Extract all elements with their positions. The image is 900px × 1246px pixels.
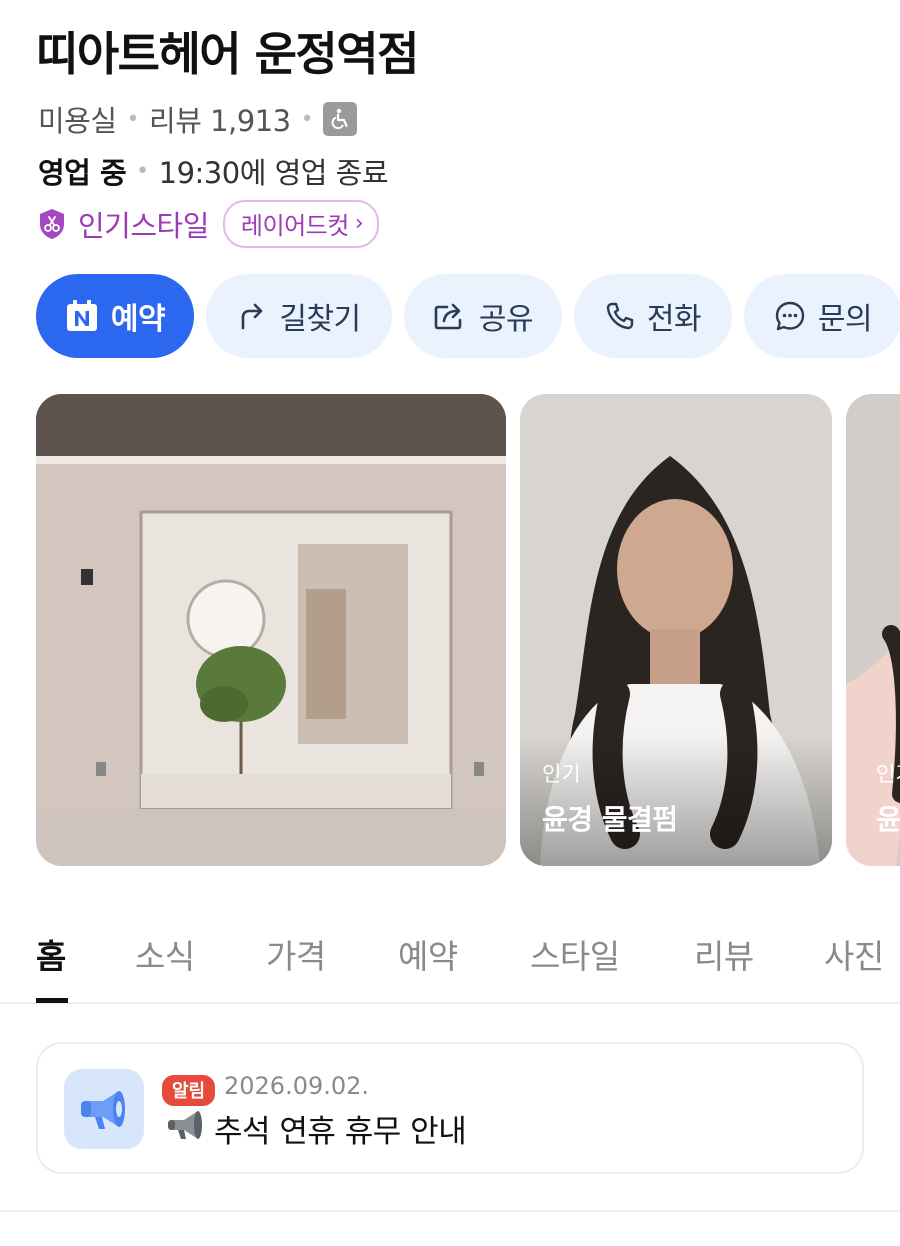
- style-photo-wave-perm[interactable]: 인기 윤경 물결펌: [520, 394, 832, 866]
- section-divider: [0, 1210, 900, 1212]
- tab-price[interactable]: 가격: [266, 930, 326, 978]
- scissors-badge-icon: [38, 208, 66, 240]
- style-photo-next[interactable]: 인기 윤: [846, 394, 900, 866]
- tab-photo[interactable]: 사진: [824, 930, 884, 978]
- tab-review[interactable]: 리뷰: [694, 930, 754, 978]
- tab-news[interactable]: 소식: [135, 930, 195, 978]
- tab-reservation[interactable]: 예약: [398, 930, 458, 978]
- active-tab-indicator: [36, 998, 68, 1003]
- place-meta: 미용실 • 리뷰 1,913 •: [38, 98, 358, 140]
- photo-caption: 윤경 물결펌: [542, 803, 678, 836]
- tab-style[interactable]: 스타일: [530, 930, 620, 978]
- store-entrance-photo[interactable]: [36, 394, 506, 866]
- directions-button-label: 길찾기: [279, 302, 361, 337]
- call-button[interactable]: 전화: [574, 274, 732, 358]
- directions-button[interactable]: 길찾기: [206, 274, 392, 358]
- separator-dot: •: [136, 158, 149, 184]
- share-button[interactable]: 공유: [404, 274, 562, 358]
- review-count-link[interactable]: 리뷰 1,913: [149, 98, 291, 140]
- popular-style-row: 인기스타일 레이어드컷 ›: [38, 200, 380, 248]
- notice-title-row: 추석 연휴 휴무 안내: [166, 1106, 467, 1151]
- category-label: 미용실: [38, 104, 117, 138]
- closing-time: 19:30에 영업 종료: [158, 156, 389, 190]
- open-status: 영업 중: [38, 156, 127, 190]
- directions-arrow-icon: [242, 303, 263, 330]
- action-buttons: 예약 길찾기 공유 전화 문의: [36, 274, 900, 358]
- photo-tag: 인기: [876, 762, 900, 786]
- phone-icon: [606, 302, 634, 330]
- popular-style-chip-label: 레이어드컷: [240, 212, 349, 240]
- notice-card[interactable]: 알림 2026.09.02. 추석 연휴 휴무 안내: [36, 1042, 864, 1174]
- inquiry-button[interactable]: 문의: [744, 274, 900, 358]
- share-icon: [434, 303, 462, 330]
- notice-badge: 알림: [162, 1075, 216, 1106]
- popular-style-chip[interactable]: 레이어드컷 ›: [222, 200, 380, 248]
- megaphone-emoji-icon: [166, 1108, 206, 1150]
- reserve-button[interactable]: 예약: [36, 274, 194, 358]
- megaphone-icon: [64, 1069, 144, 1149]
- separator-dot: •: [126, 106, 140, 132]
- separator-dot: •: [300, 106, 314, 132]
- notice-date: 2026.09.02.: [224, 1072, 370, 1100]
- call-button-label: 전화: [646, 302, 702, 337]
- chevron-right-icon: ›: [354, 211, 364, 236]
- chat-bubble-icon: [775, 301, 805, 331]
- photo-caption: 윤: [876, 803, 900, 836]
- business-hours[interactable]: 영업 중 • 19:30에 영업 종료: [38, 150, 389, 192]
- popular-style-label: 인기스타일: [78, 209, 209, 243]
- naver-booking-icon: [66, 300, 97, 331]
- notice-title: 추석 연휴 휴무 안내: [214, 1114, 467, 1150]
- inquiry-button-label: 문의: [817, 302, 873, 337]
- tab-home[interactable]: 홈: [36, 930, 66, 978]
- section-tabs: 홈 소식 가격 예약 스타일 리뷰 사진: [0, 922, 900, 1004]
- photo-gallery[interactable]: 인기 윤경 물결펌 인기 윤: [36, 394, 900, 866]
- reserve-button-label: 예약: [110, 302, 166, 337]
- share-button-label: 공유: [478, 302, 534, 337]
- wheelchair-accessible-icon: [323, 102, 358, 136]
- photo-tag: 인기: [542, 762, 581, 786]
- place-title: 띠아트헤어 운정역점: [36, 27, 419, 81]
